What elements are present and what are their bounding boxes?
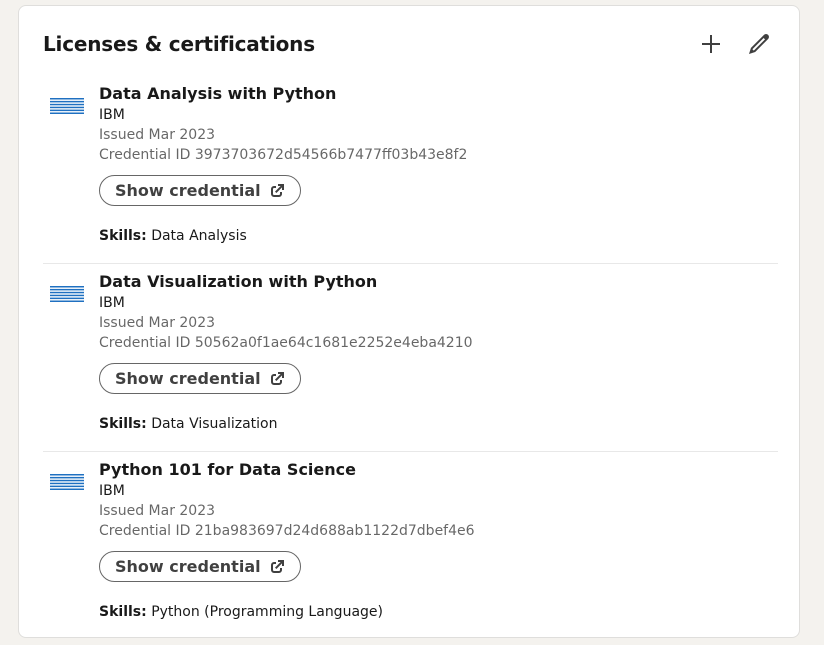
- ibm-logo-icon: [50, 286, 84, 302]
- cert-skills: Skills: Data Visualization: [99, 414, 778, 434]
- show-credential-label: Show credential: [115, 181, 261, 200]
- show-credential-label: Show credential: [115, 369, 261, 388]
- ibm-logo[interactable]: [49, 464, 85, 500]
- svg-text:IBM: IBM: [50, 98, 84, 114]
- cert-skills: Skills: Python (Programming Language): [99, 602, 778, 622]
- pencil-icon: [749, 34, 769, 54]
- cert-credential-id: Credential ID 3973703672d54566b7477ff03b…: [99, 147, 468, 163]
- cert-name[interactable]: Data Visualization with Python: [99, 271, 778, 293]
- show-credential-label: Show credential: [115, 557, 261, 576]
- cert-issued-date: Issued Mar 2023: [99, 503, 216, 519]
- cert-credential-id: Credential ID 21ba983697d24d688ab1122d7d…: [99, 523, 475, 539]
- external-link-icon: [270, 183, 284, 197]
- edit-button[interactable]: [743, 28, 775, 60]
- header-actions: [695, 28, 775, 60]
- external-link-icon: [270, 559, 284, 573]
- skills-label: Skills:: [99, 228, 147, 244]
- list-item: IBM Data Analysis with Python IBM Issued…: [43, 76, 778, 264]
- plus-icon: [702, 35, 720, 53]
- cert-credential-id: Credential ID 50562a0f1ae64c1681e2252e4e…: [99, 335, 473, 351]
- certification-list: IBM Data Analysis with Python IBM Issued…: [43, 76, 778, 639]
- cert-issuer: IBM: [99, 107, 125, 123]
- show-credential-button[interactable]: Show credential: [99, 175, 301, 206]
- cert-issuer: IBM: [99, 295, 125, 311]
- cert-issuer: IBM: [99, 483, 125, 499]
- cert-name[interactable]: Python 101 for Data Science: [99, 459, 778, 481]
- cert-name[interactable]: Data Analysis with Python: [99, 83, 778, 105]
- skills-value: Data Visualization: [151, 416, 278, 432]
- external-link-icon: [270, 371, 284, 385]
- skills-label: Skills:: [99, 604, 147, 620]
- ibm-logo[interactable]: IBM: [49, 88, 85, 124]
- ibm-logo[interactable]: [49, 276, 85, 312]
- ibm-logo-icon: IBM: [50, 98, 84, 114]
- cert-issued-date: Issued Mar 2023: [99, 127, 216, 143]
- skills-label: Skills:: [99, 416, 147, 432]
- list-item: Python 101 for Data Science IBM Issued M…: [43, 452, 778, 639]
- show-credential-button[interactable]: Show credential: [99, 363, 301, 394]
- ibm-logo-icon: [50, 474, 84, 490]
- cert-issued-date: Issued Mar 2023: [99, 315, 216, 331]
- skills-value: Data Analysis: [151, 228, 247, 244]
- add-button[interactable]: [695, 28, 727, 60]
- skills-value: Python (Programming Language): [151, 604, 383, 620]
- section-header: Licenses & certifications: [43, 28, 775, 60]
- cert-skills: Skills: Data Analysis: [99, 226, 778, 246]
- licenses-card: Licenses & certifications IBM Data Analy…: [18, 5, 800, 638]
- section-title: Licenses & certifications: [43, 32, 315, 56]
- show-credential-button[interactable]: Show credential: [99, 551, 301, 582]
- list-item: Data Visualization with Python IBM Issue…: [43, 264, 778, 452]
